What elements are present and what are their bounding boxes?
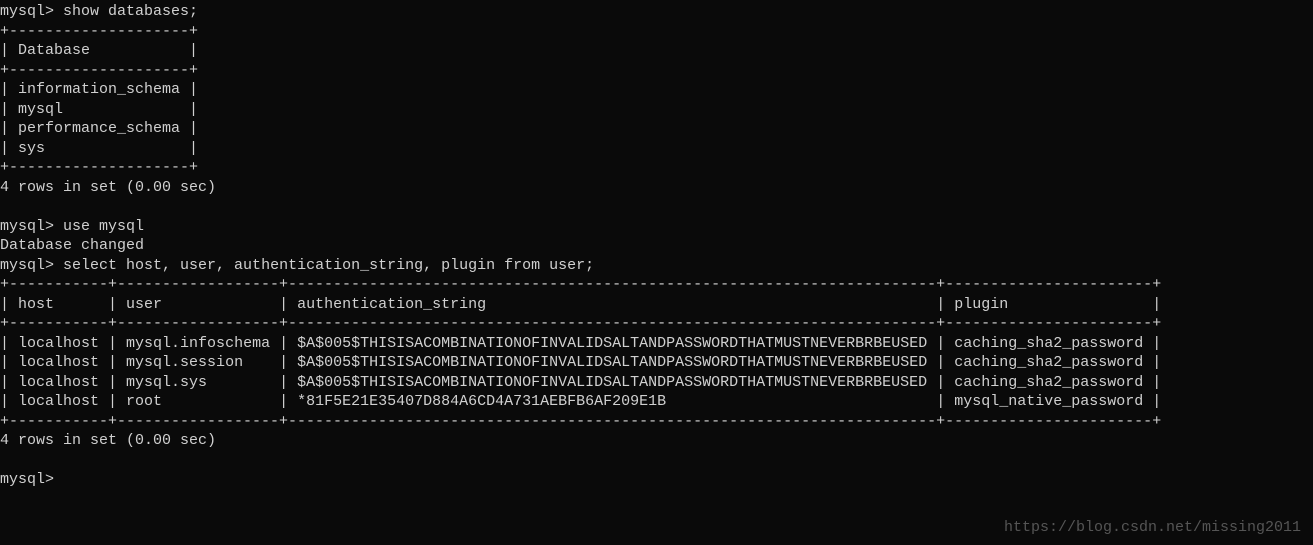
command-select-user: select host, user, authentication_string… <box>63 257 594 274</box>
table-border: +--------------------+ <box>0 62 198 79</box>
user-row-user: mysql.infoschema <box>126 335 270 352</box>
table-border: +--------------------+ <box>0 23 198 40</box>
command-use-mysql: use mysql <box>63 218 144 235</box>
user-row-user: root <box>126 393 162 410</box>
database-changed: Database changed <box>0 237 144 254</box>
result-footer: 4 rows in set (0.00 sec) <box>0 432 216 449</box>
user-row-plugin: caching_sha2_password <box>954 354 1143 371</box>
user-row-user: mysql.session <box>126 354 243 371</box>
user-header-plugin: plugin <box>954 296 1008 313</box>
user-row-auth: *81F5E21E35407D884A6CD4A731AEBFB6AF209E1… <box>297 393 666 410</box>
prompt: mysql> <box>0 218 54 235</box>
user-row-auth: $A$005$THISISACOMBINATIONOFINVALIDSALTAN… <box>297 354 927 371</box>
user-row-host: localhost <box>18 374 99 391</box>
user-row-plugin: mysql_native_password <box>954 393 1143 410</box>
prompt: mysql> <box>0 3 54 20</box>
user-row-host: localhost <box>18 354 99 371</box>
user-header-auth: authentication_string <box>297 296 486 313</box>
prompt[interactable]: mysql> <box>0 471 54 488</box>
user-header-host: host <box>18 296 54 313</box>
user-row-auth: $A$005$THISISACOMBINATIONOFINVALIDSALTAN… <box>297 335 927 352</box>
db-row: performance_schema <box>18 120 180 137</box>
terminal-output: mysql> show databases; +----------------… <box>0 0 1313 492</box>
user-row-plugin: caching_sha2_password <box>954 335 1143 352</box>
result-footer: 4 rows in set (0.00 sec) <box>0 179 216 196</box>
user-header-user: user <box>126 296 162 313</box>
command-show-databases: show databases; <box>63 3 198 20</box>
user-row-user: mysql.sys <box>126 374 207 391</box>
user-row-plugin: caching_sha2_password <box>954 374 1143 391</box>
prompt: mysql> <box>0 257 54 274</box>
db-header: Database <box>18 42 90 59</box>
user-row-host: localhost <box>18 393 99 410</box>
table-border: +--------------------+ <box>0 159 198 176</box>
db-row: mysql <box>18 101 63 118</box>
db-row: sys <box>18 140 45 157</box>
db-row: information_schema <box>18 81 180 98</box>
user-row-auth: $A$005$THISISACOMBINATIONOFINVALIDSALTAN… <box>297 374 927 391</box>
user-row-host: localhost <box>18 335 99 352</box>
watermark: https://blog.csdn.net/missing2011 <box>1004 518 1301 538</box>
